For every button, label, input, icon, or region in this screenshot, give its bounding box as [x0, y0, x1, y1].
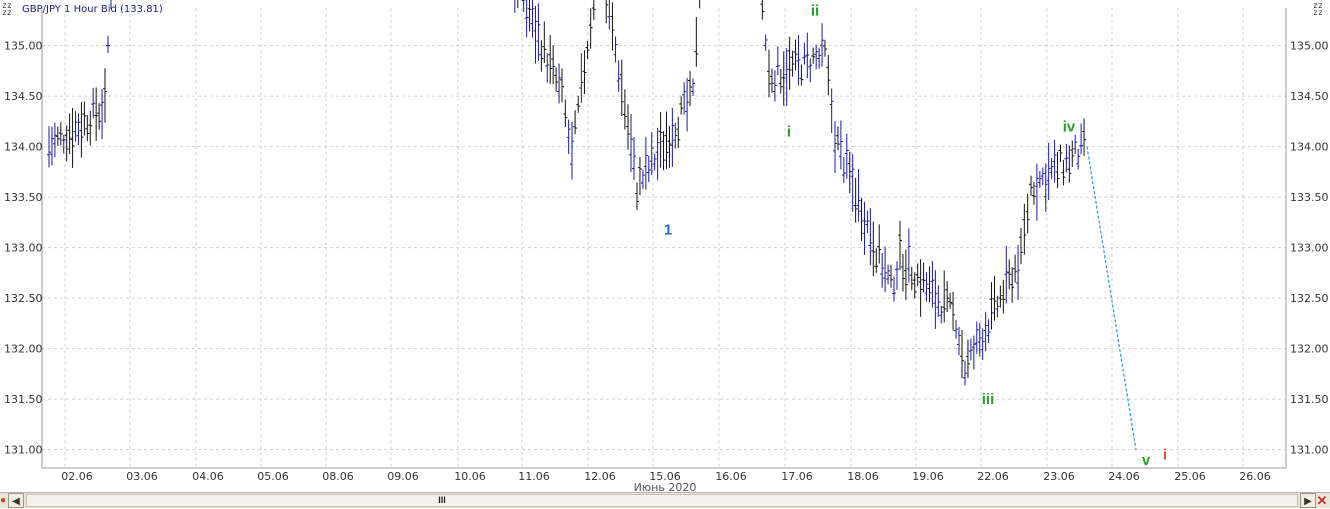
- x-tick-label: 17.06: [781, 470, 813, 483]
- status-dot-icon: ●: [0, 495, 7, 506]
- wave-label: iv: [1063, 118, 1076, 135]
- y-tick-label-left: 133.50: [4, 191, 43, 204]
- x-tick-label: 18.06: [847, 470, 879, 483]
- y-tick-label-right: 134.50: [1290, 90, 1329, 103]
- chart-title: GBP/JPY 1 Hour Bid (133.81): [22, 4, 163, 15]
- x-tick-label: 22.06: [977, 470, 1009, 483]
- wave-label: ii: [811, 2, 819, 19]
- y-tick-label-left: 131.00: [4, 444, 43, 457]
- scrollbar-thumb[interactable]: III: [427, 495, 457, 506]
- y-tick-label-right: 131.50: [1290, 393, 1329, 406]
- x-tick-label: 16.06: [715, 470, 747, 483]
- scrollbar-track[interactable]: III: [26, 494, 1298, 507]
- wave-label: v: [1142, 452, 1151, 469]
- x-tick-label: 02.06: [61, 470, 93, 483]
- y-tick-label-left: 131.50: [4, 393, 43, 406]
- wave-label: 1: [664, 221, 672, 238]
- x-tick-label: 10.06: [454, 470, 486, 483]
- y-tick-label-right: 133.50: [1290, 191, 1329, 204]
- wave-label: i: [787, 124, 791, 141]
- x-tick-label: 08.06: [322, 470, 354, 483]
- x-tick-label: 23.06: [1043, 470, 1075, 483]
- x-axis-label: Июнь 2020: [634, 481, 697, 492]
- y-tick-label-left: 133.00: [4, 242, 43, 255]
- x-tick-label: 11.06: [518, 470, 550, 483]
- wave-label: i: [1163, 447, 1167, 464]
- y-tick-label-right: 131.00: [1290, 444, 1329, 457]
- y-tick-label-right: 132.00: [1290, 343, 1329, 356]
- y-tick-label-right: 133.00: [1290, 242, 1329, 255]
- close-x-icon[interactable]: ✕: [1314, 493, 1330, 508]
- arrow-left-icon[interactable]: ◀: [8, 493, 24, 508]
- x-tick-label: 03.06: [126, 470, 158, 483]
- y-tick-label-right: 132.50: [1290, 292, 1329, 305]
- x-tick-label: 09.06: [387, 470, 419, 483]
- x-tick-label: 04.06: [192, 470, 224, 483]
- y-tick-label-right: 134.00: [1290, 141, 1329, 154]
- horizontal-scrollbar[interactable]: ● ◀ III ▶ ✕: [0, 492, 1330, 508]
- y-tick-label-left: 132.00: [4, 343, 43, 356]
- x-tick-label: 26.06: [1239, 470, 1271, 483]
- zoom-icon-left[interactable]: zz zz: [2, 2, 12, 17]
- x-tick-label: 12.06: [584, 470, 616, 483]
- y-tick-label-left: 134.50: [4, 90, 43, 103]
- y-tick-label-right: 135.00: [1290, 40, 1329, 53]
- chart: 12iiiiiiivvi 131.00131.50132.00132.50133…: [0, 0, 1330, 492]
- wave-label: iii: [982, 391, 995, 408]
- y-tick-label-left: 135.00: [4, 40, 43, 53]
- x-tick-label: 05.06: [257, 470, 289, 483]
- x-tick-label: 24.06: [1108, 470, 1140, 483]
- zoom-icon-right[interactable]: zz zz: [1313, 2, 1323, 17]
- y-tick-label-left: 134.00: [4, 141, 43, 154]
- y-tick-label-left: 132.50: [4, 292, 43, 305]
- x-tick-label: 25.06: [1174, 470, 1206, 483]
- x-tick-label: 19.06: [912, 470, 944, 483]
